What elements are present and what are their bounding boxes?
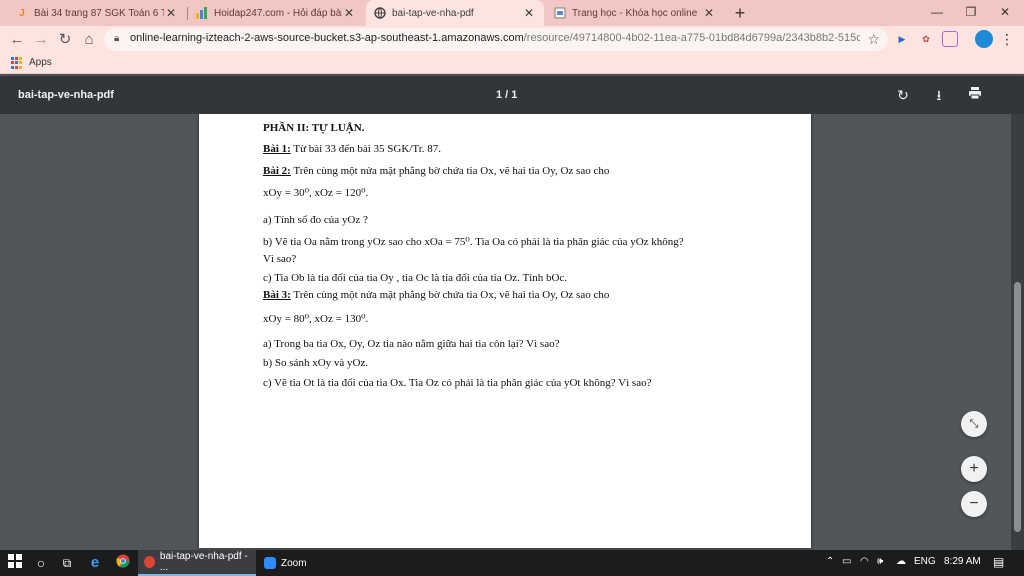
apps-grid-icon[interactable] xyxy=(11,57,23,69)
notifications-icon[interactable]: ▤ xyxy=(993,555,1004,569)
apps-bookmark[interactable]: Apps xyxy=(29,57,52,68)
pdf-title: bai-tap-ve-nha-pdf xyxy=(18,89,114,101)
tab-bai-34[interactable]: J Bài 34 trang 87 SGK Toán 6 Tập 2 ✕ xyxy=(8,0,186,26)
exercise-text: b) So sánh xOy và yOz. xyxy=(263,357,369,369)
exercise-text: b) Vẽ tia Oa nằm trong yOz sao cho xOa =… xyxy=(263,236,684,248)
windows-start-icon[interactable] xyxy=(6,554,24,572)
taskbar-app-zoom[interactable]: Zoom xyxy=(258,550,368,576)
section-heading: PHẦN II: TỰ LUẬN. xyxy=(263,122,365,134)
tab-bai-tap-ve-nha[interactable]: bai-tap-ve-nha-pdf ✕ xyxy=(366,0,544,26)
exercise-text: a) Trong ba tia Ox, Oy, Oz tia nào nằm g… xyxy=(263,338,560,350)
battery-icon[interactable]: ▭ xyxy=(842,556,851,567)
close-icon[interactable]: ✕ xyxy=(522,6,536,20)
exercise-label: Bài 2: xyxy=(263,165,291,177)
tray-chevron-icon[interactable]: ⌃ xyxy=(826,556,834,567)
menu-dots-icon[interactable]: ⋮ xyxy=(1000,30,1014,48)
exercise-label: Bài 3: xyxy=(263,289,291,301)
profile-avatar[interactable] xyxy=(975,30,993,48)
exercise-text: Trên cùng một nửa mặt phẳng bờ chứa tia … xyxy=(290,289,610,301)
extension-icon[interactable]: ▶ xyxy=(894,31,910,47)
tab-title: bai-tap-ve-nha-pdf xyxy=(392,7,474,19)
tab-title: Hoidap247.com - Hỏi đáp bài tập xyxy=(214,7,342,19)
back-arrow-icon[interactable]: ← xyxy=(6,29,28,51)
print-icon[interactable] xyxy=(966,86,984,104)
hoidap-logo-icon xyxy=(196,7,208,19)
download-icon[interactable]: ⭳ xyxy=(930,86,948,104)
browser-toolbar: ← → ↻ ⌂ 🔒︎ online-learning-izteach-2-aws… xyxy=(0,26,1024,53)
bookmarks-bar: Apps xyxy=(0,53,1024,74)
tab-strip: J Bài 34 trang 87 SGK Toán 6 Tập 2 ✕ Hoi… xyxy=(0,0,1024,26)
rotate-icon[interactable]: ↻ xyxy=(894,86,912,104)
exercise-label: Bài 1: xyxy=(263,143,291,155)
zoom-in-button[interactable]: + xyxy=(961,456,987,482)
close-icon[interactable]: ✕ xyxy=(342,6,356,20)
edge-icon[interactable]: e xyxy=(86,554,104,572)
tab-hoidap247[interactable]: Hoidap247.com - Hỏi đáp bài tập ✕ xyxy=(188,0,364,26)
tab-title: Bài 34 trang 87 SGK Toán 6 Tập 2 xyxy=(34,7,164,19)
pdf-page: PHẦN II: TỰ LUẬN. Bài 1: Từ bài 33 đến b… xyxy=(199,114,811,548)
globe-icon xyxy=(374,7,386,19)
taskbar-app-pdf[interactable]: bai-tap-ve-nha-pdf - ... xyxy=(138,550,256,576)
language-indicator[interactable]: ENG xyxy=(914,556,936,567)
forward-arrow-icon[interactable]: → xyxy=(30,29,52,51)
zoom-out-button[interactable]: − xyxy=(961,491,987,517)
taskbar-app-label: bai-tap-ve-nha-pdf - ... xyxy=(159,551,248,573)
pdf-viewer[interactable]: PHẦN II: TỰ LUẬN. Bài 1: Từ bài 33 đến b… xyxy=(0,114,1011,550)
screen: J Bài 34 trang 87 SGK Toán 6 Tập 2 ✕ Hoi… xyxy=(0,0,1024,576)
extension-icon[interactable]: ✿ xyxy=(918,31,934,47)
close-icon[interactable]: ✕ xyxy=(702,6,716,20)
exercise-text: Từ bài 33 đến bài 35 SGK/Tr. 87. xyxy=(290,143,442,155)
scrollbar-thumb[interactable] xyxy=(1014,282,1021,532)
address-bar[interactable]: 🔒︎ online-learning-izteach-2-aws-source-… xyxy=(104,28,888,51)
taskbar: ○ ⧉ e bai-tap-ve-nha-pdf - ... Zoom ⌃ ▭ … xyxy=(0,550,1024,576)
close-window-button[interactable]: ✕ xyxy=(988,0,1022,26)
extension-icon[interactable] xyxy=(942,31,958,47)
fit-page-button[interactable]: ⤡ xyxy=(961,411,987,437)
reload-icon[interactable]: ↻ xyxy=(54,29,76,51)
restore-button[interactable]: ❐ xyxy=(954,0,988,26)
exercise-text: c) Vẽ tia Ot là tia đối của tia Ox. Tia … xyxy=(263,377,652,389)
wifi-icon[interactable]: ◠ xyxy=(860,556,869,567)
bookmark-star-icon[interactable]: ☆ xyxy=(867,31,880,48)
exercise-text: xOy = 30⁰, xOz = 120⁰. xyxy=(263,187,369,199)
volume-icon[interactable]: 🕪︎ xyxy=(877,556,883,567)
new-tab-button[interactable]: + xyxy=(730,3,750,23)
exercise-text: xOy = 80⁰, xOz = 130⁰. xyxy=(263,313,369,325)
exercise-text: Trên cùng một nửa mặt phẳng bờ chứa tia … xyxy=(290,165,610,177)
exercise-text: a) Tính số đo của yOz ? xyxy=(263,214,368,226)
zoom-icon xyxy=(264,557,276,569)
cloud-icon[interactable]: ☁ xyxy=(896,556,906,567)
url-text: online-learning-izteach-2-aws-source-buc… xyxy=(130,32,860,44)
exercise-text: c) Tia Ob là tia đối của tia Oy , tia Oc… xyxy=(263,272,568,284)
page-icon xyxy=(554,7,566,19)
j-logo-icon: J xyxy=(19,7,25,19)
taskbar-app-label: Zoom xyxy=(281,557,307,569)
task-view-icon[interactable]: ⧉ xyxy=(58,554,76,572)
pdf-toolbar: bai-tap-ve-nha-pdf 1 / 1 ↻ ⭳ xyxy=(0,76,1024,114)
chrome-icon xyxy=(144,556,155,568)
exercise-text: Vì sao? xyxy=(263,253,297,265)
tab-trang-hoc[interactable]: Trang học - Khóa học online ✕ xyxy=(546,0,724,26)
scrollbar[interactable] xyxy=(1011,114,1024,550)
search-circle-icon[interactable]: ○ xyxy=(32,554,50,572)
chrome-icon[interactable] xyxy=(114,554,132,572)
page-indicator: 1 / 1 xyxy=(496,89,518,101)
lock-icon: 🔒︎ xyxy=(114,33,120,44)
minimize-button[interactable]: — xyxy=(920,0,954,26)
clock[interactable]: 8:29 AM xyxy=(944,556,981,567)
close-icon[interactable]: ✕ xyxy=(164,6,178,20)
home-icon[interactable]: ⌂ xyxy=(78,29,100,51)
tab-title: Trang học - Khóa học online xyxy=(572,7,698,19)
